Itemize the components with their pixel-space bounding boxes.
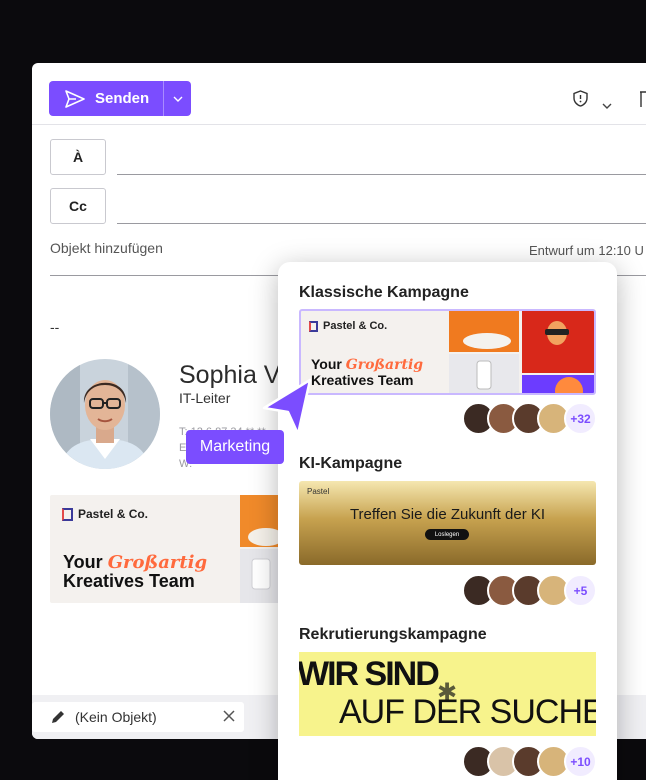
ai-headline: Treffen Sie die Zukunft der KI — [349, 506, 546, 523]
banner-highlight: Großartig — [107, 552, 208, 573]
send-label: Senden — [95, 90, 150, 107]
draft-tab[interactable]: (Kein Objekt) — [32, 702, 244, 732]
send-icon — [65, 89, 85, 108]
cc-field[interactable] — [117, 223, 646, 224]
recruit-campaign-card[interactable]: WIR SIND ✱ AUF DER SUCHE — [299, 652, 596, 736]
signature-separator: -- — [50, 319, 60, 335]
ai-campaign-title: KI-Kampagne — [299, 455, 403, 472]
ai-campaign-card[interactable]: Pastel Treffen Sie die Zukunft der KI Lo… — [299, 481, 596, 565]
logo-icon — [309, 320, 318, 332]
to-button[interactable]: À — [50, 139, 106, 175]
more-recipients-badge[interactable]: +32 — [564, 402, 597, 435]
toolbar: Senden — [32, 63, 646, 125]
banner-headline: Your Großartig Kreatives Team — [63, 553, 207, 591]
card-line2: Kreatives Team — [311, 372, 414, 388]
recruit-line2: AUF DER SUCHE — [339, 693, 596, 731]
close-icon[interactable] — [222, 709, 236, 726]
campaign-photos — [449, 311, 594, 393]
brand-logo: Pastel & Co. — [62, 507, 148, 521]
send-button[interactable]: Senden — [49, 81, 163, 116]
avatar — [50, 359, 160, 469]
banner-line1: Your — [63, 552, 103, 572]
ai-recipients[interactable]: +5 — [462, 574, 597, 607]
classic-recipients[interactable]: +32 — [462, 402, 597, 435]
send-options-dropdown[interactable] — [164, 81, 191, 116]
ai-cta-button[interactable]: Loslegen — [425, 529, 469, 540]
classic-campaign-card[interactable]: Pastel & Co. Your Großartig Kreatives Te… — [299, 309, 596, 395]
recruit-recipients[interactable]: +10 — [462, 745, 597, 778]
shield-icon[interactable] — [573, 90, 588, 112]
cc-button[interactable]: Cc — [50, 188, 106, 224]
chevron-down-icon — [173, 96, 182, 102]
product-photo — [240, 495, 280, 603]
more-recipients-badge[interactable]: +10 — [564, 745, 597, 778]
more-recipients-badge[interactable]: +5 — [564, 574, 597, 607]
to-field[interactable] — [117, 174, 646, 175]
campaign-panel: Klassische Kampagne Pastel & Co. Your Gr… — [278, 262, 617, 780]
recruit-line1: WIR SIND — [299, 655, 440, 693]
pencil-icon — [52, 711, 64, 723]
draft-tab-label: (Kein Objekt) — [75, 709, 157, 725]
ai-brand: Pastel — [307, 487, 330, 496]
signature-banner[interactable]: Pastel & Co. Your Großartig Kreatives Te… — [50, 495, 280, 603]
card-highlight: Großartig — [345, 357, 424, 373]
pointer-cursor-icon — [262, 378, 312, 436]
logo-icon — [62, 507, 73, 521]
card-headline: Your Großartig Kreatives Team — [311, 357, 423, 388]
brand-name: Pastel & Co. — [323, 320, 388, 332]
chevron-down-icon[interactable] — [602, 96, 612, 114]
recruit-campaign-title: Rekrutierungskampagne — [299, 626, 487, 643]
subject-input[interactable]: Objekt hinzufügen — [50, 241, 300, 269]
discard-icon[interactable] — [639, 91, 646, 113]
send-button-group: Senden — [49, 81, 191, 116]
classic-campaign-title: Klassische Kampagne — [299, 284, 469, 301]
brand-logo: Pastel & Co. — [309, 320, 387, 332]
signature-role: IT-Leiter — [179, 390, 231, 406]
card-line1: Your — [311, 356, 342, 372]
banner-line2: Kreatives Team — [63, 571, 195, 591]
cursor-label: Marketing — [186, 430, 284, 464]
draft-status: Entwurf um 12:10 U — [529, 243, 644, 258]
brand-name: Pastel & Co. — [78, 507, 149, 521]
